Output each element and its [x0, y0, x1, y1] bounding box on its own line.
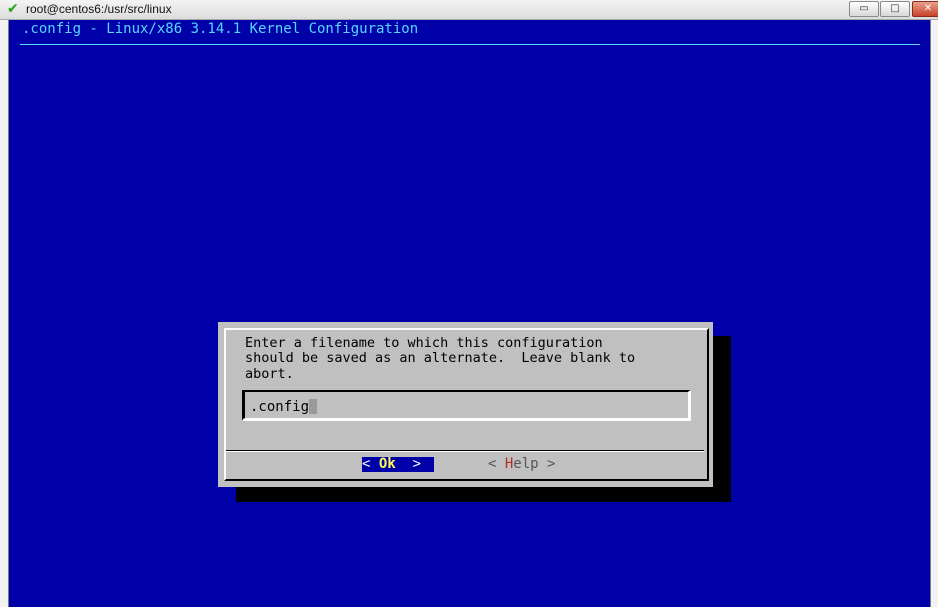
filename-input[interactable]: .config — [242, 390, 691, 421]
maximize-button[interactable]: □ — [880, 1, 910, 17]
close-button[interactable]: ✕ — [912, 1, 938, 17]
close-icon: ✕ — [923, 3, 933, 14]
help-button[interactable]: < Help > — [488, 457, 560, 472]
help-left-bracket: < — [488, 456, 505, 472]
window-title: root@centos6:/usr/src/linux — [26, 2, 172, 16]
terminal-left-border — [0, 20, 9, 607]
ok-button[interactable]: < Ok > — [362, 457, 434, 472]
help-label-rest: elp — [513, 456, 539, 472]
ok-right-bracket: > — [395, 456, 422, 472]
filename-input-value[interactable]: .config — [250, 399, 318, 415]
help-right-bracket: > — [538, 456, 556, 472]
dialog-prompt: Enter a filename to which this configura… — [245, 335, 636, 382]
minimize-button[interactable]: ▭ — [849, 1, 879, 17]
terminal-scrollbar[interactable] — [930, 20, 938, 607]
check-icon: ✔ — [7, 1, 19, 17]
text-cursor — [309, 399, 318, 414]
ok-label-rest: k — [387, 456, 396, 472]
header-divider — [20, 44, 920, 45]
ok-left-bracket: < — [362, 456, 379, 472]
button-divider — [226, 450, 704, 452]
minimize-icon: ▭ — [859, 3, 869, 14]
window-titlebar: ✔ root@centos6:/usr/src/linux ▭ □ ✕ — [0, 0, 938, 20]
config-header-title: .config - Linux/x86 3.14.1 Kernel Config… — [22, 21, 419, 37]
filename-value-text: .config — [250, 399, 310, 415]
filename-input-inner: .config — [243, 391, 689, 419]
save-config-dialog: Enter a filename to which this configura… — [218, 322, 713, 487]
maximize-icon: □ — [890, 3, 900, 14]
